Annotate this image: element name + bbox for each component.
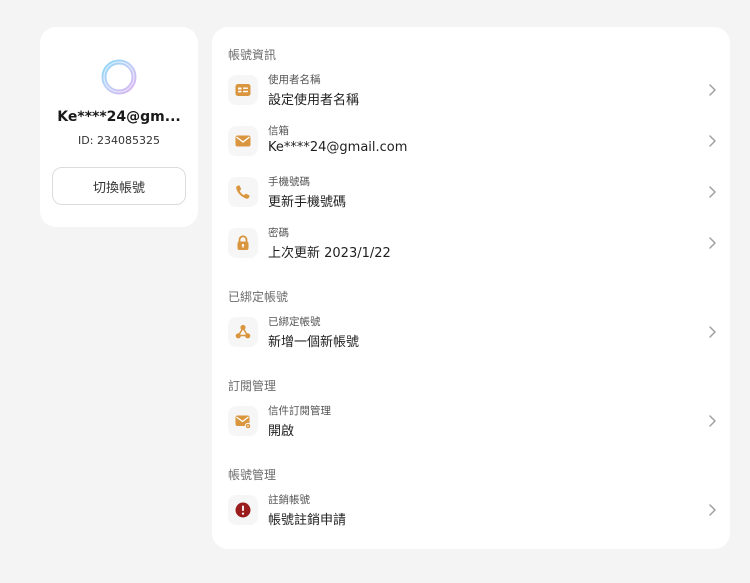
avatar — [101, 59, 137, 95]
row-value: 設定使用者名稱 — [268, 93, 360, 108]
mail-settings-icon — [228, 406, 258, 436]
account-settings-card: 帳號資訊 使用者名稱 設定使用者名稱 信箱 Ke****24@gmail.com — [212, 27, 730, 549]
row-label: 註銷帳號 — [268, 494, 310, 506]
section-title-management: 帳號管理 — [228, 468, 277, 482]
row-delete-account[interactable]: 註銷帳號 帳號註銷申請 — [226, 489, 720, 533]
alert-icon — [228, 495, 258, 525]
switch-account-button[interactable]: 切換帳號 — [52, 167, 186, 205]
row-label: 手機號碼 — [268, 176, 310, 188]
row-phone[interactable]: 手機號碼 更新手機號碼 — [226, 171, 720, 215]
phone-icon — [228, 177, 258, 207]
row-label: 使用者名稱 — [268, 74, 321, 86]
row-value: Ke****24@gmail.com — [268, 140, 408, 155]
lock-icon — [228, 228, 258, 258]
row-label: 已綁定帳號 — [268, 316, 321, 328]
chevron-right-icon — [709, 237, 716, 249]
section-title-subscription: 訂閱管理 — [228, 379, 277, 393]
row-label: 信箱 — [268, 125, 289, 137]
row-value: 開啟 — [268, 424, 295, 439]
row-value: 上次更新 2023/1/22 — [268, 246, 391, 261]
row-username[interactable]: 使用者名稱 設定使用者名稱 — [226, 69, 720, 113]
row-value: 新增一個新帳號 — [268, 335, 360, 350]
row-value: 更新手機號碼 — [268, 195, 347, 210]
chevron-right-icon — [709, 504, 716, 516]
row-mail-subscription[interactable]: 信件訂閱管理 開啟 — [226, 400, 720, 444]
row-value: 帳號註銷申請 — [268, 513, 347, 528]
user-email: Ke****24@gm... — [57, 109, 181, 125]
row-label: 信件訂閱管理 — [268, 405, 331, 417]
id-card-icon — [228, 75, 258, 105]
row-password[interactable]: 密碼 上次更新 2023/1/22 — [226, 222, 720, 266]
section-title-linked: 已綁定帳號 — [228, 290, 289, 304]
user-id: ID: 234085325 — [78, 134, 160, 147]
row-label: 密碼 — [268, 227, 289, 239]
chevron-right-icon — [709, 135, 716, 147]
profile-card: Ke****24@gm... ID: 234085325 切換帳號 — [40, 27, 198, 227]
row-linked-account[interactable]: 已綁定帳號 新增一個新帳號 — [226, 311, 720, 355]
link-nodes-icon — [228, 317, 258, 347]
row-email[interactable]: 信箱 Ke****24@gmail.com — [226, 120, 720, 164]
section-title-account-info: 帳號資訊 — [228, 48, 277, 62]
mail-icon — [228, 126, 258, 156]
chevron-right-icon — [709, 326, 716, 338]
chevron-right-icon — [709, 415, 716, 427]
chevron-right-icon — [709, 186, 716, 198]
chevron-right-icon — [709, 84, 716, 96]
